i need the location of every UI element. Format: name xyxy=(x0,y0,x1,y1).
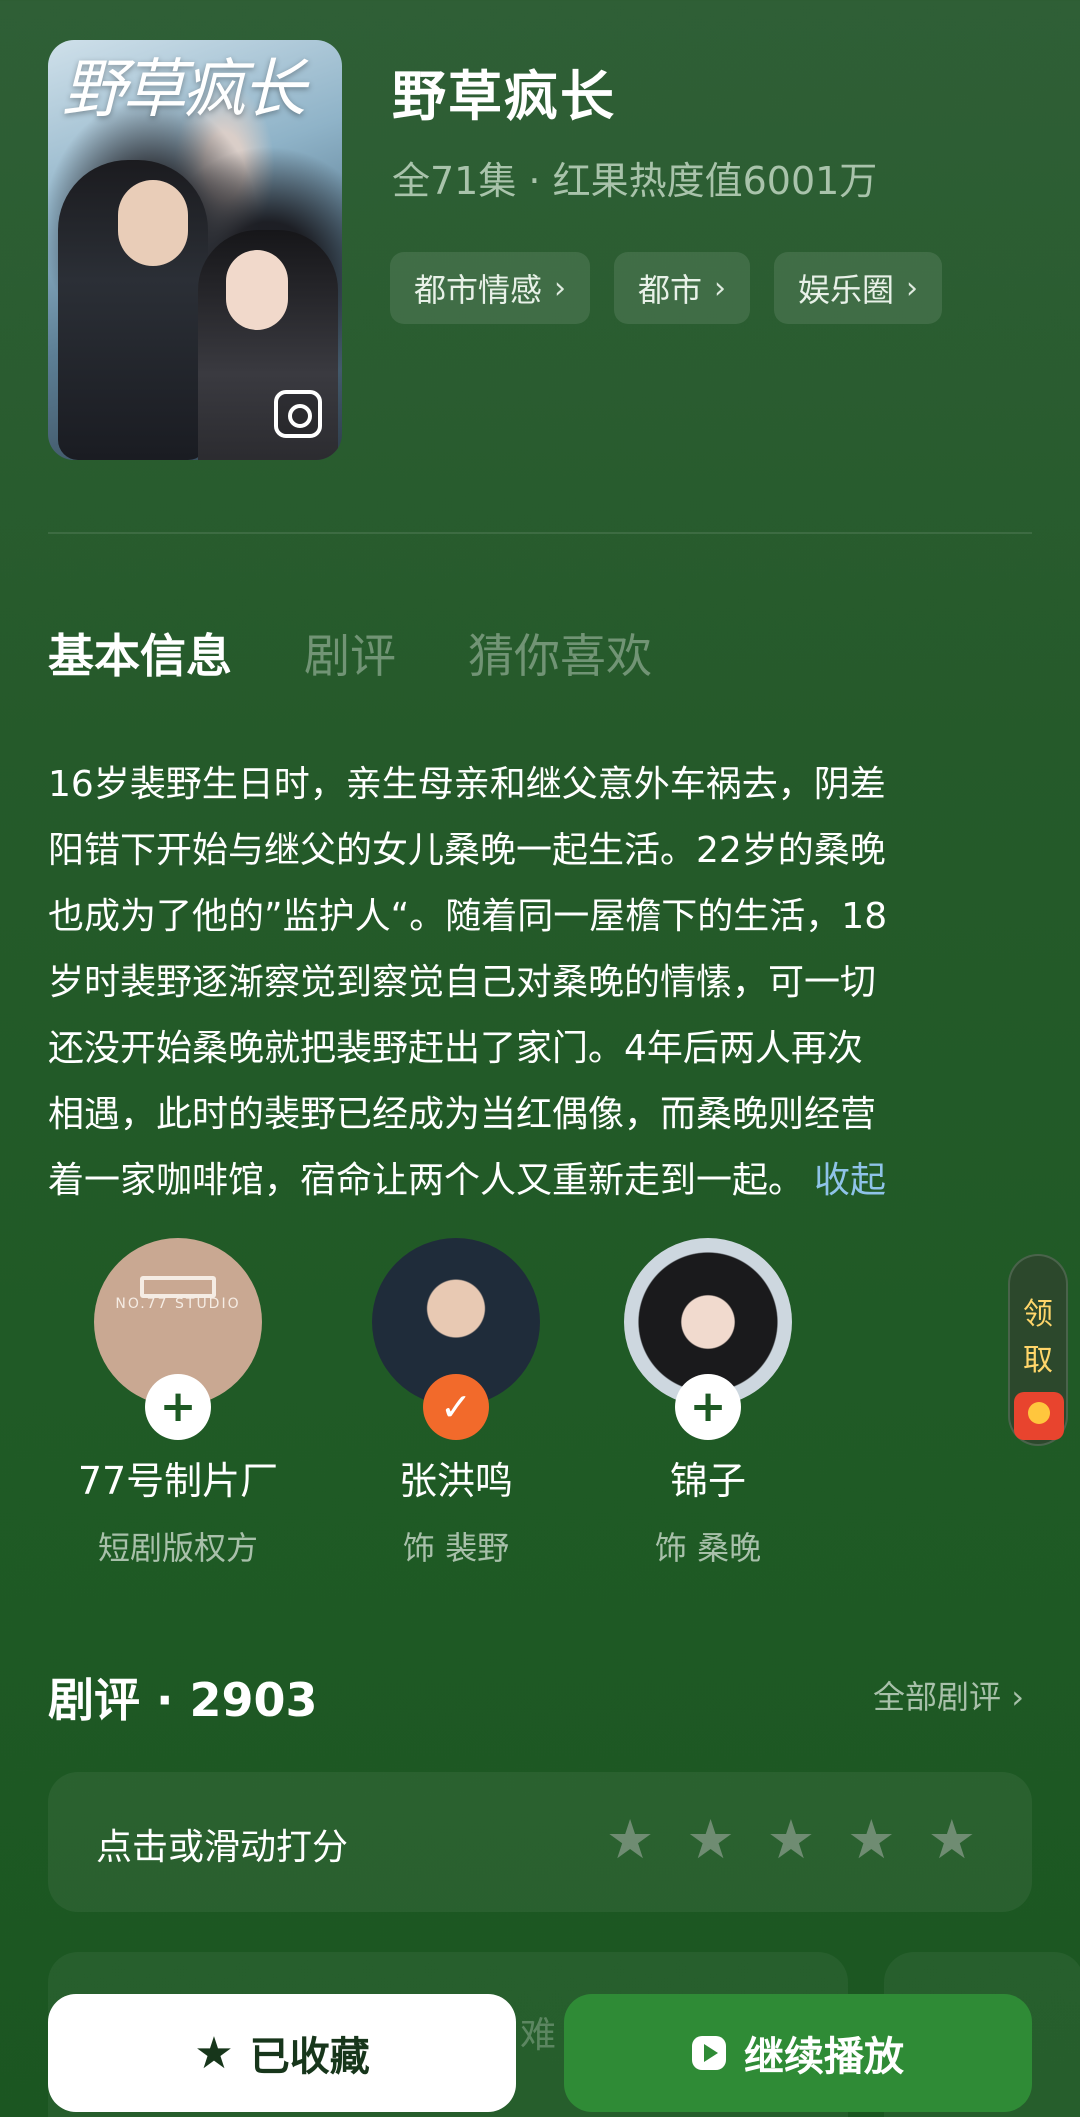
all-reviews-link[interactable]: 全部剧评 › xyxy=(873,1672,1024,1718)
cast-name: 锦子 xyxy=(669,1459,746,1503)
tag-urban-romance[interactable]: 都市情感 › xyxy=(390,252,591,324)
star-icon[interactable]: ★ xyxy=(847,1808,895,1872)
star-icon[interactable]: ★ xyxy=(606,1808,654,1872)
chevron-right-icon: › xyxy=(554,270,567,306)
synopsis: 16岁裴野生日时，亲生母亲和继父意外车祸去，阴差 阳错下开始与继父的女儿桑晚一起… xyxy=(48,752,1038,1214)
cast-name: 77号制片厂 xyxy=(77,1459,279,1503)
poster-face-man xyxy=(118,180,188,266)
cast-role: 饰 裴野 xyxy=(402,1529,510,1567)
film-strip-icon xyxy=(140,1276,216,1298)
show-meta: 全71集 · 红果热度值6001万 xyxy=(392,159,878,203)
red-packet-icon xyxy=(1014,1392,1064,1440)
cast-role: 饰 桑晚 xyxy=(654,1529,762,1567)
tag-label: 娱乐圈 xyxy=(798,271,895,309)
follow-plus-icon[interactable]: + xyxy=(675,1374,741,1440)
tag-showbiz[interactable]: 娱乐圈 › xyxy=(774,252,943,324)
star-icon[interactable]: ★ xyxy=(928,1808,976,1872)
tag-urban[interactable]: 都市 › xyxy=(614,252,751,324)
tab-recommendations[interactable]: 猜你喜欢 xyxy=(468,620,652,686)
tag-list: 都市情感 › 都市 › 娱乐圈 › xyxy=(390,252,943,324)
chevron-right-icon: › xyxy=(714,270,727,306)
tag-label: 都市情感 xyxy=(414,271,543,309)
tag-label: 都市 xyxy=(638,271,703,309)
poster-face-woman xyxy=(226,250,288,330)
poster-title: 野草疯长 xyxy=(62,53,306,127)
cast-item-studio[interactable]: NO.77 STUDIO + 77号制片厂 短剧版权方 xyxy=(48,1238,308,1569)
synopsis-line: 16岁裴野生日时，亲生母亲和继父意外车祸去，阴差 xyxy=(48,764,886,805)
studio-logo-text: NO.77 STUDIO xyxy=(115,1296,241,1312)
star-icon[interactable]: ★ xyxy=(686,1808,734,1872)
favorite-button[interactable]: ★ 已收藏 xyxy=(48,1994,516,2112)
chevron-right-icon: › xyxy=(906,270,919,306)
cast-role: 短剧版权方 xyxy=(97,1529,258,1567)
cast-item-actress[interactable]: + 锦子 饰 桑晚 xyxy=(578,1238,838,1569)
claim-reward-widget[interactable]: 领 取 xyxy=(1008,1254,1068,1446)
synopsis-line-last: 着一家咖啡馆，宿命让两个人又重新走到一起。 收起 xyxy=(48,1148,1038,1214)
follow-plus-icon[interactable]: + xyxy=(145,1374,211,1440)
divider xyxy=(48,532,1032,534)
collapse-link[interactable]: 收起 xyxy=(814,1160,886,1201)
play-label: 继续播放 xyxy=(744,2034,904,2080)
claim-reward-char: 取 xyxy=(1023,1343,1053,1378)
star-icon[interactable]: ★ xyxy=(767,1808,815,1872)
synopsis-line: 着一家咖啡馆，宿命让两个人又重新走到一起。 xyxy=(48,1160,805,1201)
synopsis-line: 相遇，此时的裴野已经成为当红偶像，而桑晚则经营 xyxy=(48,1094,877,1135)
tab-bar: 基本信息 剧评 猜你喜欢 xyxy=(48,620,652,686)
claim-reward-text: 领 取 xyxy=(1010,1292,1066,1384)
synopsis-line: 也成为了他的”监护人“。随着同一屋檐下的生活，18 xyxy=(48,896,888,937)
claim-reward-char: 领 xyxy=(1023,1297,1053,1332)
tab-basic-info[interactable]: 基本信息 xyxy=(48,620,232,686)
continue-play-button[interactable]: 继续播放 xyxy=(564,1994,1032,2112)
gallery-icon[interactable] xyxy=(274,390,322,438)
cast-item-actor[interactable]: ✓ 张洪鸣 饰 裴野 xyxy=(326,1238,586,1569)
reviews-heading: 剧评 · 2903 xyxy=(48,1673,318,1727)
synopsis-line: 阳错下开始与继父的女儿桑晚一起生活。22岁的桑晚 xyxy=(48,830,886,871)
play-icon xyxy=(692,2036,726,2070)
star-filled-icon: ★ xyxy=(194,2027,234,2079)
synopsis-line: 岁时裴野逐渐察觉到察觉自己对桑晚的情愫，可一切 xyxy=(48,962,877,1003)
cast-name: 张洪鸣 xyxy=(398,1459,513,1503)
synopsis-line: 还没开始桑晚就把裴野赶出了家门。4年后两人再次 xyxy=(48,1028,863,1069)
favorite-label: 已收藏 xyxy=(249,2034,370,2080)
rating-stars[interactable]: ★ ★ ★ ★ ★ xyxy=(606,1808,976,1872)
show-title: 野草疯长 xyxy=(392,65,616,128)
poster-image[interactable]: 野草疯长 xyxy=(48,40,342,460)
rating-prompt: 点击或滑动打分 xyxy=(96,1827,349,1868)
followed-check-icon[interactable]: ✓ xyxy=(423,1374,489,1440)
rating-card[interactable]: 点击或滑动打分 ★ ★ ★ ★ ★ xyxy=(48,1772,1032,1912)
review-snippet: 难 xyxy=(520,2015,557,2056)
cast-list: NO.77 STUDIO + 77号制片厂 短剧版权方 ✓ 张洪鸣 饰 裴野 +… xyxy=(0,1238,1080,1578)
tab-reviews[interactable]: 剧评 xyxy=(304,620,396,686)
